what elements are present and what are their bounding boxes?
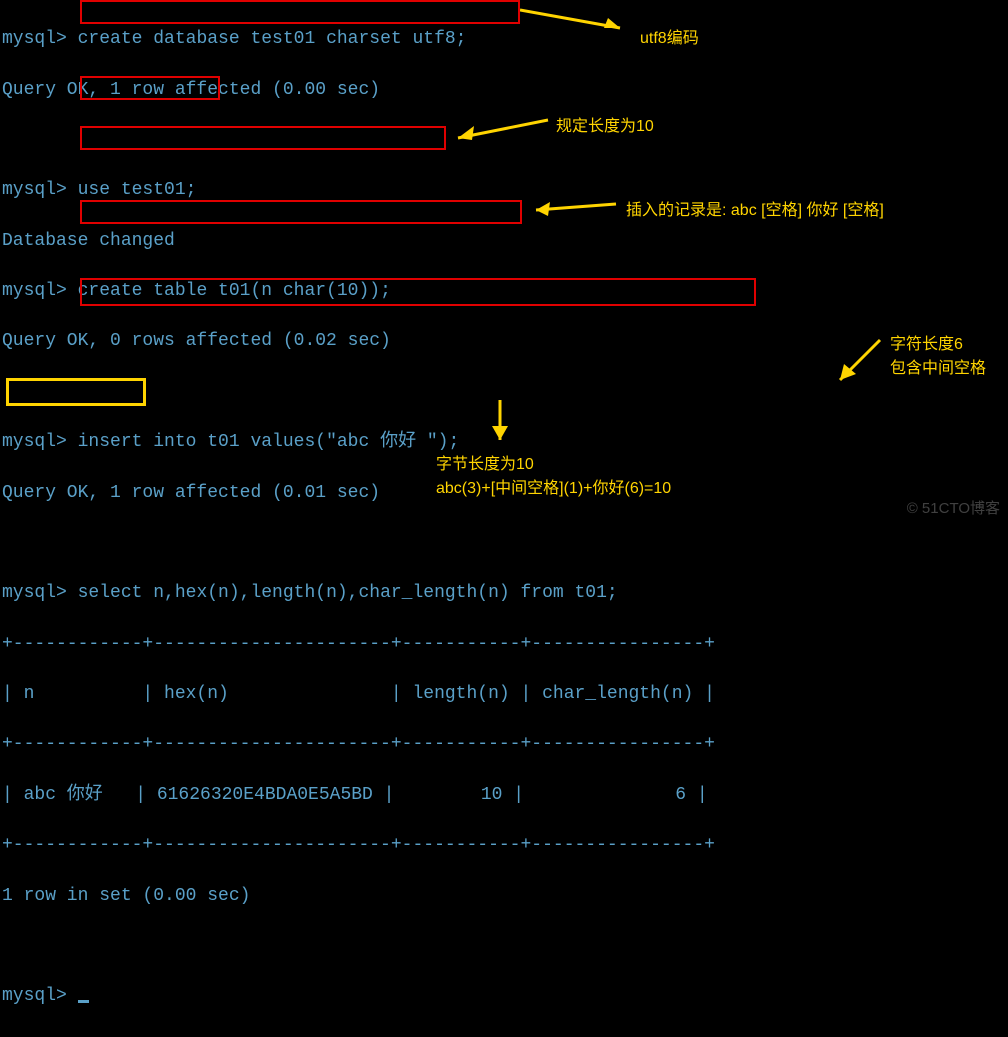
table-border: +------------+----------------------+---… [2,732,715,757]
annotation-charlen1: 字符长度6 [890,330,963,354]
annotation-bytelen2: abc(3)+[中间空格](1)+你好(6)=10 [436,474,671,498]
table-border: +------------+----------------------+---… [2,632,715,657]
prompt: mysql> [2,583,78,603]
result-use: Database changed [2,229,715,254]
table-row: | abc 你好 | 61626320E4BDA0E5A5BD | 10 | 6… [2,783,715,808]
terminal-output: mysql> create database test01 charset ut… [0,0,717,1037]
prompt: mysql> [2,986,78,1006]
cmd-insert: insert into t01 values("abc 你好 "); [78,432,460,452]
prompt: mysql> [2,180,78,200]
annotation-bytelen1: 字节长度为10 [436,450,534,474]
cmd-use: use test01; [78,180,197,200]
annotation-insert: 插入的记录是: abc [空格] 你好 [空格] [626,196,884,220]
cursor [78,1000,89,1003]
cmd-select: select n,hex(n),length(n),char_length(n)… [78,583,618,603]
result-create-table: Query OK, 0 rows affected (0.02 sec) [2,329,715,354]
arrow-icon [830,330,892,390]
cmd-create-db: create database test01 charset utf8; [78,29,467,49]
annotation-utf8: utf8编码 [640,24,699,48]
prompt: mysql> [2,29,78,49]
prompt: mysql> [2,432,78,452]
row-count: 1 row in set (0.00 sec) [2,884,715,909]
table-header: | n | hex(n) | length(n) | char_length(n… [2,682,715,707]
watermark: © 51CTO博客 [907,497,1000,518]
table-border: +------------+----------------------+---… [2,833,715,858]
result-create-db: Query OK, 1 row affected (0.00 sec) [2,78,715,103]
annotation-charlen2: 包含中间空格 [890,354,986,378]
prompt: mysql> [2,281,78,301]
annotation-len10: 规定长度为10 [556,112,654,136]
cmd-create-table: create table t01(n char(10)); [78,281,391,301]
